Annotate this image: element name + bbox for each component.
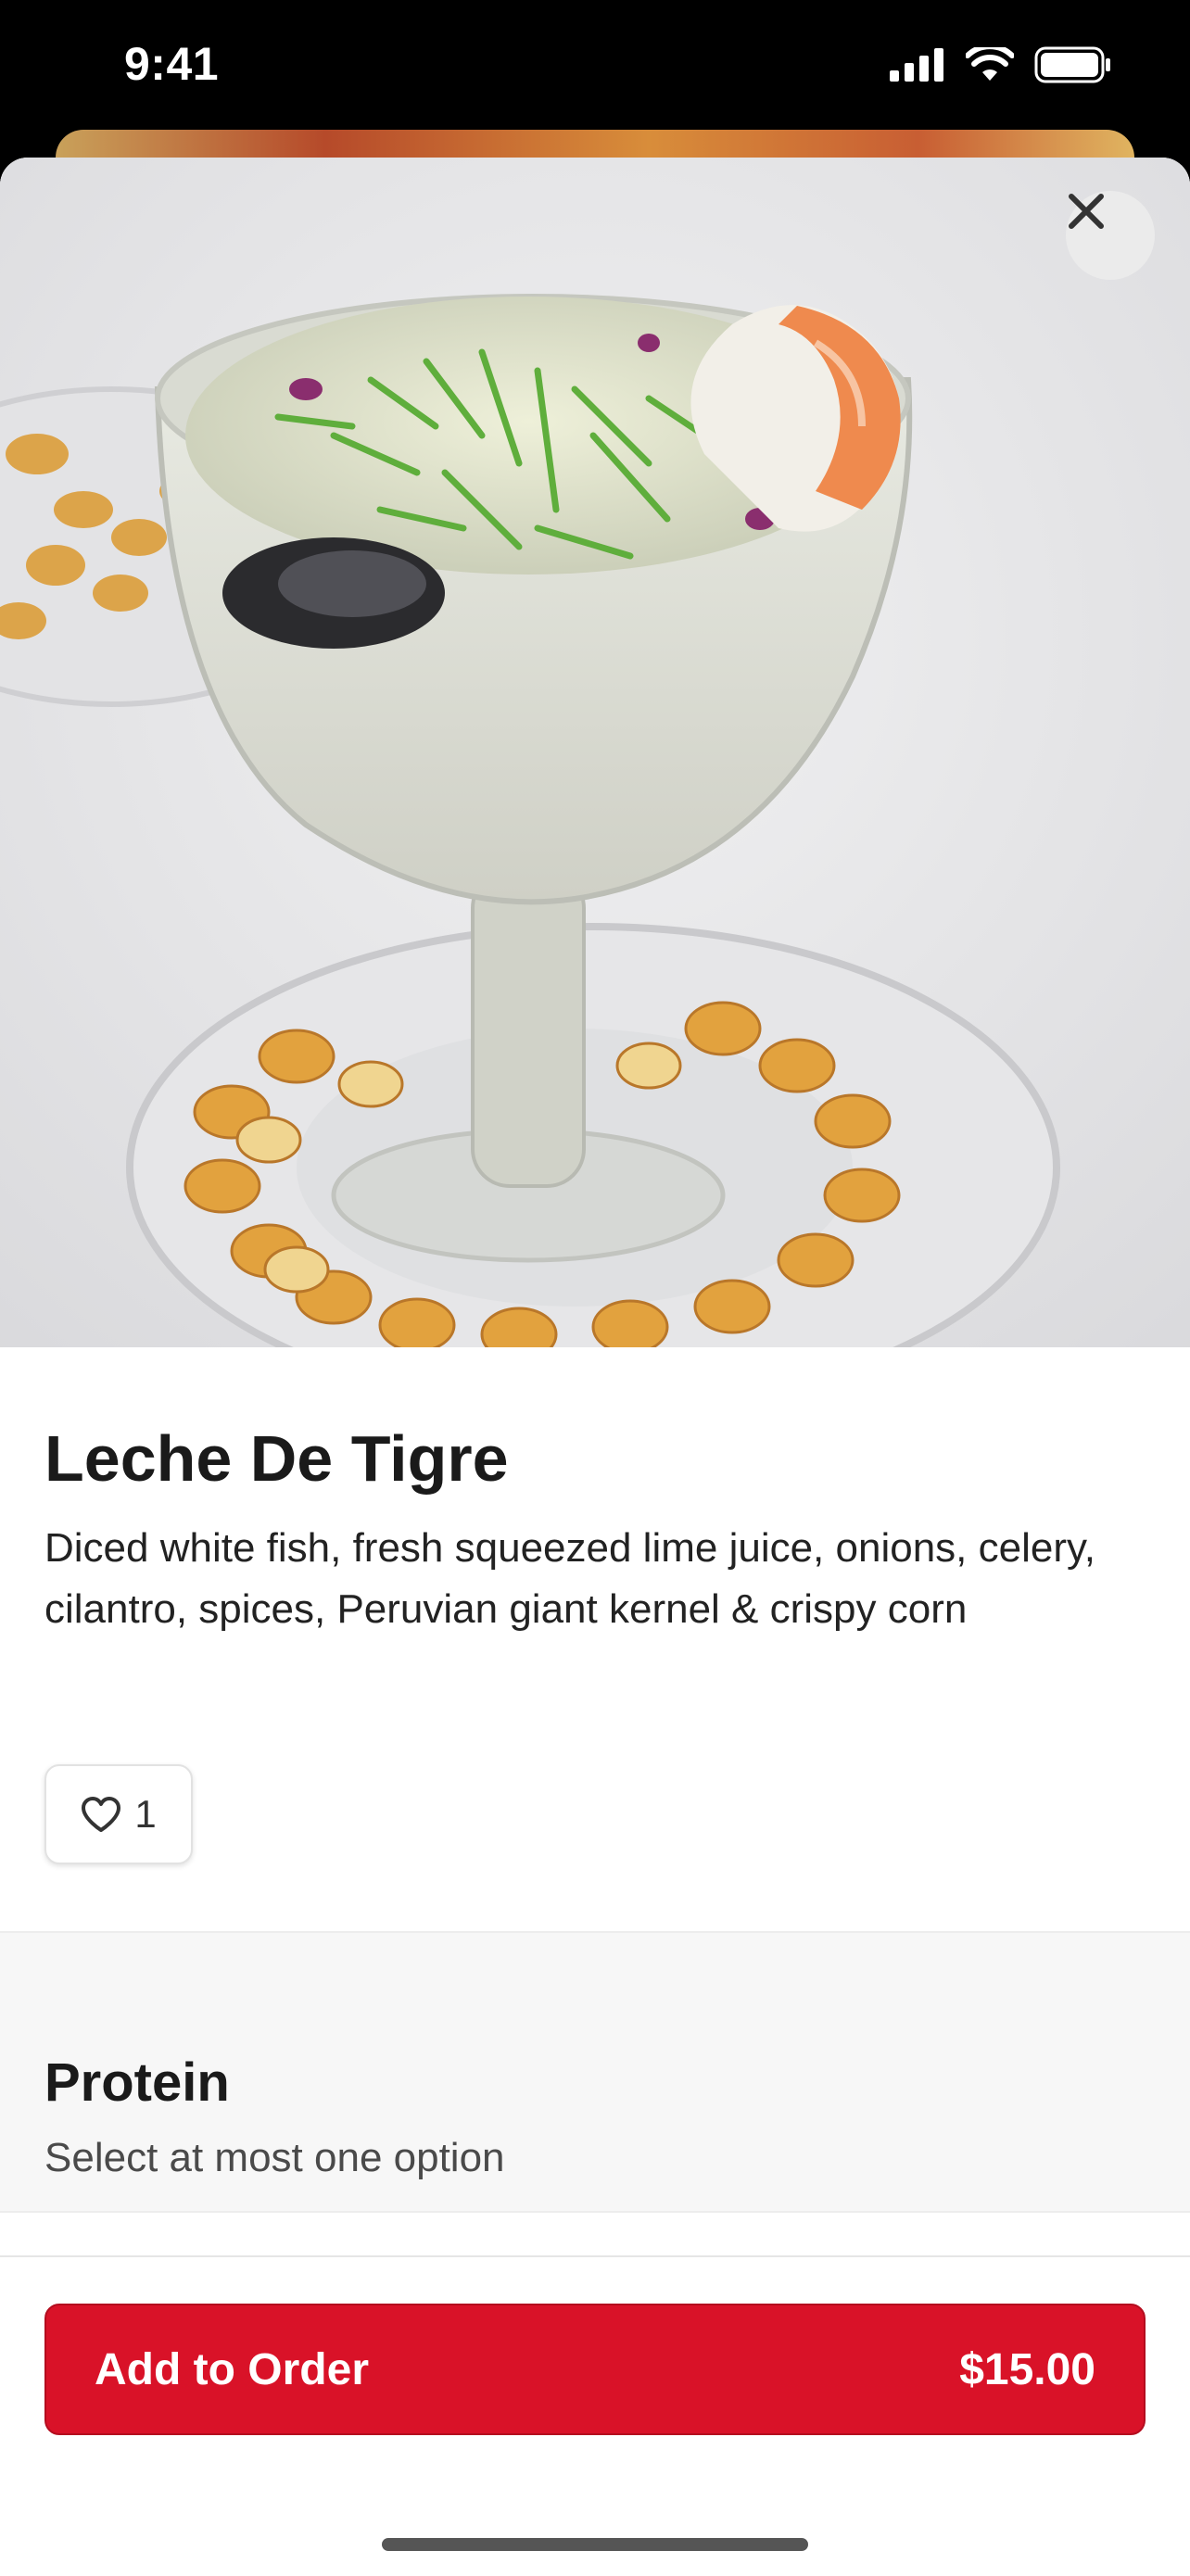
close-icon — [1069, 194, 1104, 229]
status-icons — [890, 46, 1112, 83]
like-count: 1 — [134, 1792, 157, 1836]
signal-icon — [890, 48, 943, 82]
protein-title: Protein — [44, 2052, 230, 2113]
status-time: 9:41 — [124, 38, 220, 90]
price-label: $15.00 — [959, 2344, 1095, 2394]
home-indicator — [382, 2538, 808, 2551]
protein-subtitle: Select at most one option — [44, 2135, 505, 2180]
protein-section: Protein Select at most one option — [0, 1931, 1190, 2213]
item-photo — [0, 158, 1190, 1347]
add-to-order-button[interactable]: Add to Order $15.00 — [44, 2304, 1146, 2435]
item-detail-sheet: Leche De Tigre Diced white fish, fresh s… — [0, 158, 1190, 2574]
item-title: Leche De Tigre — [44, 1422, 509, 1495]
wifi-icon — [966, 47, 1014, 81]
like-button[interactable]: 1 — [44, 1764, 193, 1864]
order-footer: Add to Order $15.00 — [0, 2255, 1190, 2576]
add-to-order-label: Add to Order — [95, 2344, 369, 2394]
battery-icon — [1034, 46, 1110, 83]
close-button[interactable] — [1066, 191, 1155, 280]
heart-icon — [82, 1797, 121, 1832]
status-bar: 9:41 — [0, 0, 1190, 139]
item-description: Diced white fish, fresh squeezed lime ju… — [44, 1525, 1095, 1632]
